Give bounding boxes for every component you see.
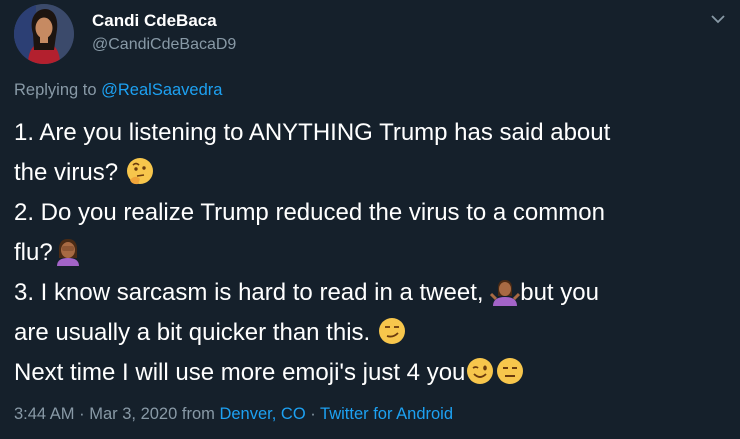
tweet-line-text: flu? — [14, 239, 53, 266]
tweet-line: are usually a bit quicker than this. — [14, 313, 736, 353]
author-handle[interactable]: @CandiCdeBacaD9 — [92, 34, 236, 56]
tweet-line-text: 1. Are you listening to ANYTHING Trump h… — [14, 119, 611, 146]
source-link[interactable]: Twitter for Android — [320, 405, 453, 423]
tweet-date[interactable]: Mar 3, 2020 — [89, 405, 177, 423]
separator: · — [74, 405, 90, 423]
location-link[interactable]: Denver, CO — [219, 405, 305, 423]
woman-facepalming-icon — [53, 236, 83, 266]
tweet-line-text: but you — [520, 279, 599, 306]
tweet-line-text: are usually a bit quicker than this. — [14, 319, 377, 346]
tweet: Candi CdeBaca @CandiCdeBacaD9 Replying t… — [0, 0, 740, 439]
tweet-line: Next time I will use more emoji's just 4… — [14, 353, 736, 393]
smirking-face-icon — [377, 316, 407, 346]
author-name[interactable]: Candi CdeBaca — [92, 10, 217, 32]
winking-face-icon — [465, 356, 495, 386]
chevron-down-icon[interactable] — [707, 10, 729, 28]
tweet-line: 3. I know sarcasm is hard to read in a t… — [14, 273, 736, 313]
separator: · — [305, 405, 321, 423]
tweet-line: the virus? — [14, 153, 736, 193]
tweet-line-text: Next time I will use more emoji's just 4… — [14, 359, 466, 386]
from-label: from — [177, 405, 220, 423]
reply-to-link[interactable]: @RealSaavedra — [101, 81, 222, 99]
tweet-line: flu? — [14, 233, 736, 273]
thinking-face-icon — [125, 156, 155, 186]
tweet-line: 2. Do you realize Trump reduced the viru… — [14, 193, 736, 233]
tweet-line-text: 3. I know sarcasm is hard to read in a t… — [14, 279, 491, 306]
avatar[interactable] — [14, 4, 74, 64]
tweet-time[interactable]: 3:44 AM — [14, 405, 75, 423]
woman-shrugging-icon — [490, 276, 521, 306]
replying-to: Replying to @RealSaavedra — [14, 79, 222, 101]
tweet-text: 1. Are you listening to ANYTHING Trump h… — [14, 113, 736, 393]
replying-to-label: Replying to — [14, 81, 102, 99]
expressionless-face-icon — [495, 356, 525, 386]
tweet-line: 1. Are you listening to ANYTHING Trump h… — [14, 113, 736, 153]
tweet-line-text: the virus? — [14, 159, 125, 186]
tweet-line-text: 2. Do you realize Trump reduced the viru… — [14, 199, 605, 226]
tweet-meta: 3:44 AM · Mar 3, 2020 from Denver, CO · … — [14, 403, 453, 425]
